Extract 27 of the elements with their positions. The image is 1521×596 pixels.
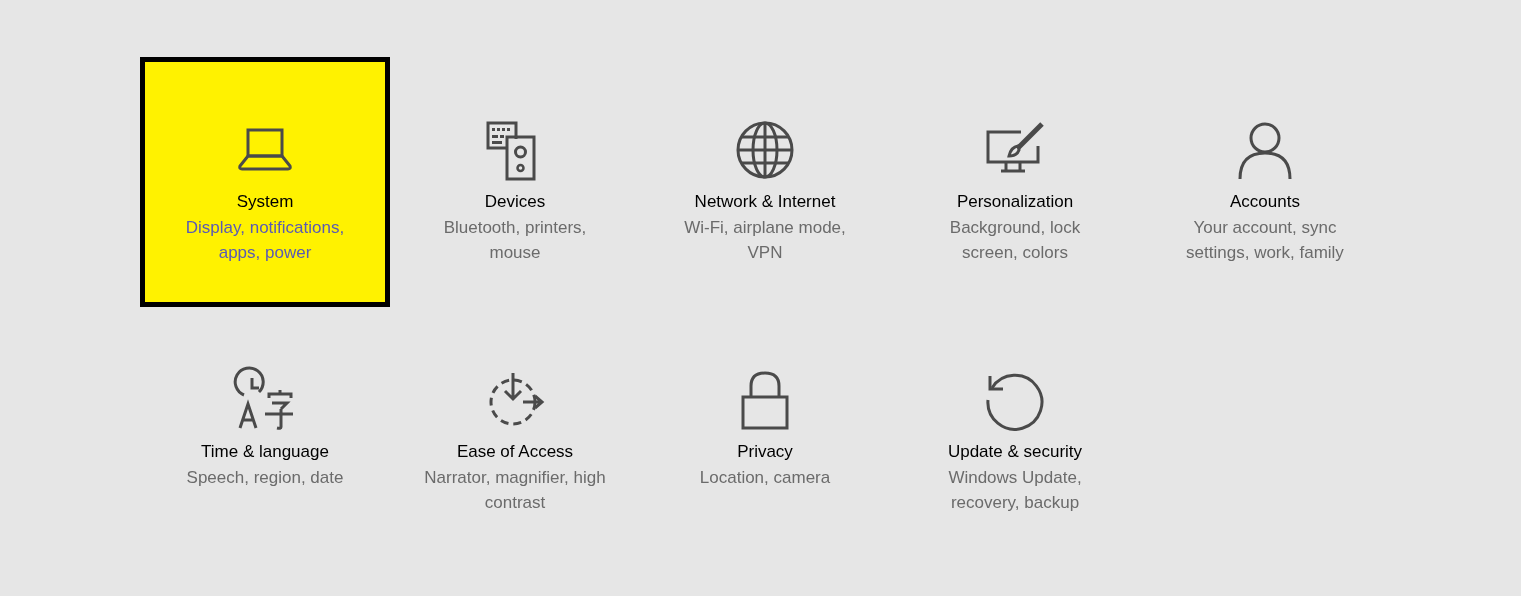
tile-title: Update & security (947, 441, 1083, 463)
tile-description: Bluetooth, printers, mouse (442, 217, 588, 264)
tile-description: Location, camera (698, 467, 832, 489)
tile-description: Speech, region, date (185, 467, 345, 489)
tile-title: Ease of Access (456, 441, 574, 463)
tile-title: Devices (484, 191, 546, 213)
tile-title: Accounts (1230, 191, 1300, 213)
tile-title: Privacy (737, 441, 793, 463)
globe-icon (735, 120, 795, 180)
tile-title: Network & Internet (694, 191, 836, 213)
tile-description: Your account, sync settings, work, family (1185, 217, 1345, 264)
settings-tile[interactable]: Update & security Windows Update, recovery, backup (890, 307, 1140, 557)
tile-description: Windows Update, recovery, backup (947, 467, 1083, 514)
settings-tile[interactable]: Privacy Location, camera (640, 307, 890, 557)
tile-title: Time & language (201, 441, 329, 463)
tile-description: Background, lock screen, colors (948, 217, 1082, 264)
settings-tile[interactable]: Network & Internet Wi-Fi, airplane mode, VPN (640, 57, 890, 307)
tile-description: Narrator, magnifier, high contrast (423, 467, 607, 514)
settings-tile[interactable]: Personalization Background, lock screen, colors (890, 57, 1140, 307)
settings-tile[interactable]: Ease of Access Narrator, magnifier, high contrast (390, 307, 640, 557)
tile-title: System (236, 191, 294, 213)
tile-title: Personalization (956, 191, 1074, 213)
settings-tile[interactable]: Accounts Your account, sync settings, work, family (1140, 57, 1390, 307)
tile-description: Display, notifications, apps, power (184, 217, 346, 264)
settings-tile[interactable]: Devices Bluetooth, printers, mouse (390, 57, 640, 307)
settings-tile[interactable]: System Display, notifications, apps, power (140, 57, 390, 307)
tile-description: Wi-Fi, airplane mode, VPN (683, 217, 847, 264)
